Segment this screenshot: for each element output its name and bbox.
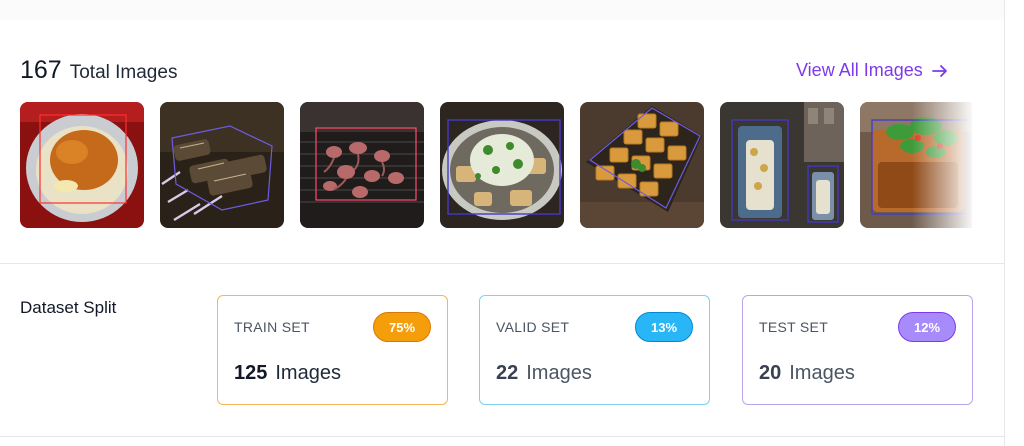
split-name: TRAIN SET: [234, 319, 310, 335]
split-name: VALID SET: [496, 319, 570, 335]
count-value: 125: [234, 362, 268, 384]
percent-badge: 75%: [373, 312, 431, 342]
view-all-label: View All Images: [796, 60, 923, 80]
section-divider-bottom: [0, 436, 1004, 437]
image-thumbnail[interactable]: [20, 102, 144, 228]
omelette-image: [20, 102, 144, 228]
image-thumbnail[interactable]: [580, 102, 704, 228]
sausage-image: [720, 102, 844, 228]
total-images-heading: 167 Total Images: [20, 56, 177, 85]
total-count: 167: [20, 56, 62, 84]
image-thumbnail[interactable]: [160, 102, 284, 228]
panel-border: [1004, 0, 1005, 446]
section-divider: [0, 263, 1004, 264]
split-name: TEST SET: [759, 319, 829, 335]
image-count: 22 Images: [496, 362, 592, 385]
percent-badge: 13%: [635, 312, 693, 342]
view-all-images-link[interactable]: View All Images: [796, 60, 949, 81]
image-thumbnail[interactable]: [860, 102, 972, 228]
top-band: [0, 0, 1004, 20]
count-unit: Images: [789, 362, 855, 384]
train-set-card[interactable]: TRAIN SET 75% 125 Images: [217, 295, 448, 405]
total-label: Total Images: [69, 62, 178, 83]
image-count: 20 Images: [759, 362, 855, 385]
count-unit: Images: [275, 362, 341, 384]
test-set-card[interactable]: TEST SET 12% 20 Images: [742, 295, 973, 405]
image-thumbnail[interactable]: [440, 102, 564, 228]
image-thumbnail-strip: [20, 102, 972, 228]
grilled-squid-image: [300, 102, 424, 228]
count-value: 22: [496, 362, 519, 384]
image-count: 125 Images: [234, 362, 341, 385]
arrow-right-icon: [931, 64, 947, 77]
skewers-image: [160, 102, 284, 228]
tofu-greens-image: [860, 102, 972, 228]
tofu-bowl-image: [440, 102, 564, 228]
dataset-split-title: Dataset Split: [20, 298, 117, 317]
valid-set-card[interactable]: VALID SET 13% 22 Images: [479, 295, 710, 405]
fried-tofu-image: [580, 102, 704, 228]
image-thumbnail[interactable]: [300, 102, 424, 228]
image-thumbnail[interactable]: [720, 102, 844, 228]
percent-badge: 12%: [898, 312, 956, 342]
count-unit: Images: [526, 362, 592, 384]
dataset-overview: 167 Total Images View All Images Dataset…: [0, 0, 1024, 446]
count-value: 20: [759, 362, 782, 384]
